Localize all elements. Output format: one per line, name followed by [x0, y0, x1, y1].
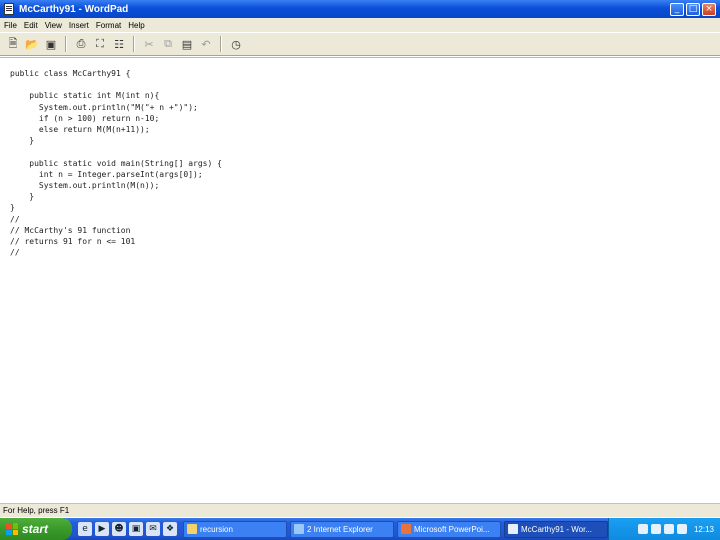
start-button[interactable]: start — [0, 518, 72, 540]
quick-launch: e ▶ ☻ ▣ ✉ ❖ — [72, 522, 183, 536]
menu-format[interactable]: Format — [95, 21, 127, 30]
windows-flag-icon — [6, 523, 18, 535]
minimize-button[interactable]: _ — [670, 2, 684, 16]
copy-icon[interactable]: ⧉ — [160, 36, 176, 52]
status-bar: For Help, press F1 — [0, 503, 720, 517]
task-button-wordpad[interactable]: McCarthy91 - Wor... — [504, 520, 608, 538]
messenger-icon[interactable]: ☻ — [112, 522, 126, 536]
ie-icon[interactable]: e — [78, 522, 92, 536]
update-icon[interactable] — [676, 524, 687, 534]
document-text[interactable]: public class McCarthy91 { public static … — [10, 68, 222, 258]
task-label: recursion — [200, 524, 233, 534]
wordpad-icon — [4, 3, 14, 15]
toolbar-separator — [133, 36, 135, 52]
task-button-internet-explorer[interactable]: 2 Internet Explorer — [290, 520, 394, 538]
desktop-icon[interactable]: ▣ — [129, 522, 143, 536]
task-label: 2 Internet Explorer — [307, 524, 373, 534]
folder-icon — [187, 524, 197, 534]
security-icon[interactable] — [663, 524, 674, 534]
status-text: For Help, press F1 — [3, 506, 70, 515]
save-icon[interactable]: ▣ — [43, 36, 59, 52]
volume-icon[interactable] — [650, 524, 661, 534]
new-icon[interactable]: 🗎 — [5, 36, 21, 52]
menu-bar: File Edit View Insert Format Help — [0, 18, 720, 32]
media-icon[interactable]: ▶ — [95, 522, 109, 536]
print-preview-icon[interactable]: ⛶ — [92, 36, 108, 52]
menu-insert[interactable]: Insert — [68, 21, 95, 30]
window-controls: _ □ × — [670, 2, 716, 16]
toolbar: 🗎 📂 ▣ ⎙ ⛶ ☷ ✂ ⧉ ▤ ↶ ◷ — [0, 32, 720, 56]
toolbar-separator — [220, 36, 222, 52]
wordpad-icon — [508, 524, 518, 534]
outlook-icon[interactable]: ✉ — [146, 522, 160, 536]
taskbar: start e ▶ ☻ ▣ ✉ ❖ recursion 2 Internet E… — [0, 518, 720, 540]
task-list: recursion 2 Internet Explorer Microsoft … — [183, 520, 608, 538]
menu-view[interactable]: View — [44, 21, 68, 30]
system-tray: 12:13 — [608, 518, 720, 540]
maximize-button[interactable]: □ — [686, 2, 700, 16]
close-button[interactable]: × — [702, 2, 716, 16]
ie-icon — [294, 524, 304, 534]
cut-icon[interactable]: ✂ — [141, 36, 157, 52]
paste-icon[interactable]: ▤ — [179, 36, 195, 52]
clock[interactable]: 12:13 — [694, 525, 714, 534]
document-area[interactable]: public class McCarthy91 { public static … — [0, 57, 720, 502]
menu-edit[interactable]: Edit — [23, 21, 44, 30]
window-title: McCarthy91 - WordPad — [19, 3, 129, 15]
title-bar[interactable]: McCarthy91 - WordPad _ □ × — [0, 0, 720, 18]
find-icon[interactable]: ☷ — [111, 36, 127, 52]
task-button-recursion[interactable]: recursion — [183, 520, 287, 538]
start-label: start — [22, 522, 49, 536]
open-icon[interactable]: 📂 — [24, 36, 40, 52]
undo-icon[interactable]: ↶ — [198, 36, 214, 52]
powerpoint-icon — [401, 524, 411, 534]
toolbar-separator — [65, 36, 67, 52]
date-time-icon[interactable]: ◷ — [228, 36, 244, 52]
menu-help[interactable]: Help — [127, 21, 150, 30]
print-icon[interactable]: ⎙ — [73, 36, 89, 52]
network-icon[interactable] — [637, 524, 648, 534]
windows-icon[interactable]: ❖ — [163, 522, 177, 536]
task-button-powerpoint[interactable]: Microsoft PowerPoi... — [397, 520, 501, 538]
task-label: McCarthy91 - Wor... — [521, 524, 592, 534]
menu-file[interactable]: File — [3, 21, 23, 30]
task-label: Microsoft PowerPoi... — [414, 524, 490, 534]
